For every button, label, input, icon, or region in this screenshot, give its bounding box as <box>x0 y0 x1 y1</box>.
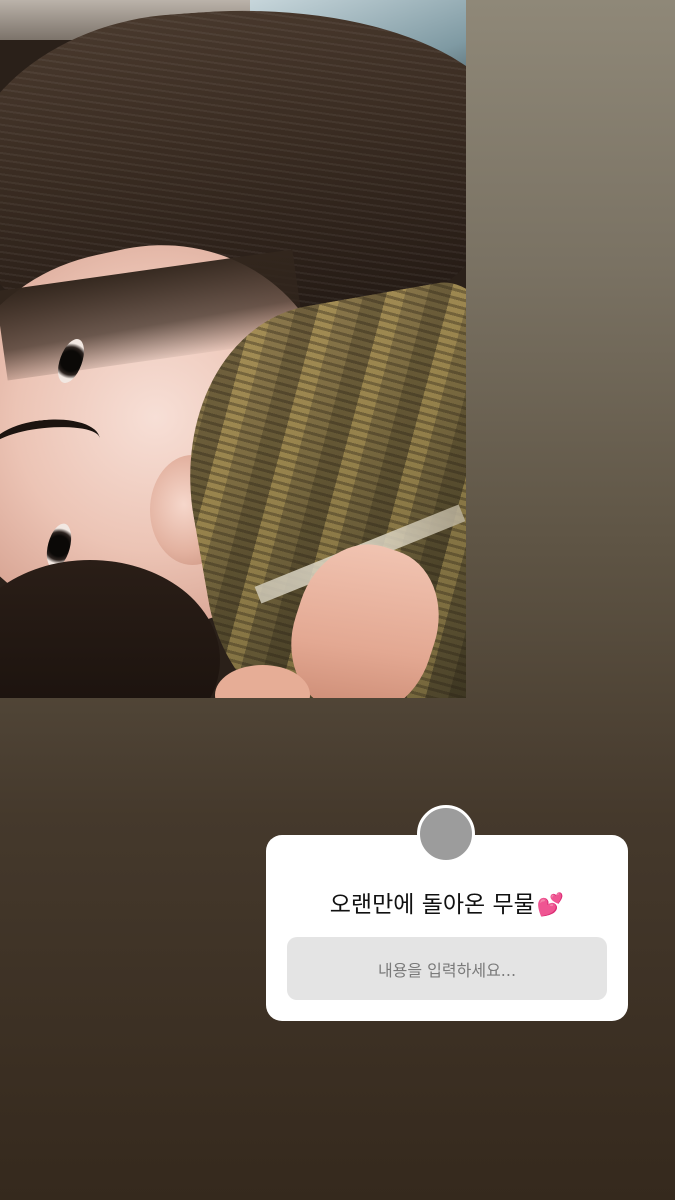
story-canvas: 오랜만에 돌아온 무물💕 내용을 입력하세요... <box>0 0 675 1200</box>
two-hearts-emoji-icon: 💕 <box>536 893 565 918</box>
selfie-photo <box>0 0 466 698</box>
question-title-text: 오랜만에 돌아온 무물 <box>329 892 535 918</box>
question-input-placeholder: 내용을 입력하세요... <box>377 960 517 980</box>
profile-avatar <box>417 805 475 863</box>
question-answer-input[interactable]: 내용을 입력하세요... <box>287 937 607 1000</box>
question-title: 오랜만에 돌아온 무물💕 <box>266 885 628 919</box>
